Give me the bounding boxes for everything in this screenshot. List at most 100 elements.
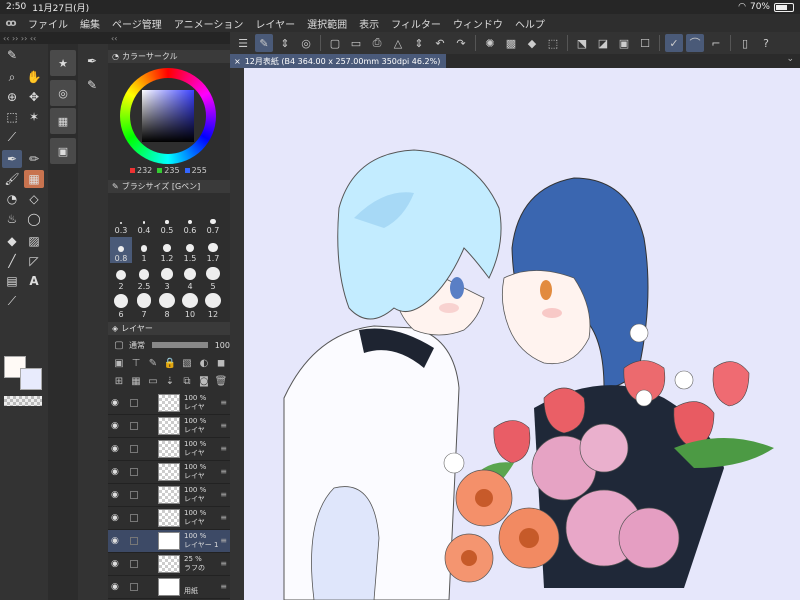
lock-icon[interactable]: 🔒 <box>163 356 177 370</box>
brush-size-cell[interactable]: 0.3 <box>110 209 132 235</box>
layer-row[interactable]: ◉ 25 % ラフの ≡ <box>108 553 230 576</box>
brush-size-cell[interactable]: 10 <box>179 293 201 319</box>
color-mask-icon[interactable]: ◐ <box>197 356 211 370</box>
layer-select-checkbox[interactable] <box>130 445 138 453</box>
pen-settings-icon[interactable]: ✎ <box>82 76 102 94</box>
blend-mode-select[interactable]: 通常 <box>129 340 145 351</box>
text-icon[interactable]: A <box>24 272 44 290</box>
subtool-star-icon[interactable]: ★ <box>50 50 76 76</box>
opacity-value[interactable]: 100 <box>215 341 230 350</box>
layer-select-checkbox[interactable] <box>130 468 138 476</box>
menu-file[interactable]: ファイル <box>22 16 74 31</box>
layer-color-icon[interactable]: ◼ <box>214 356 228 370</box>
pen-pressure-icon[interactable]: ⌒ <box>686 34 704 52</box>
layer-select-checkbox[interactable] <box>130 514 138 522</box>
clip-icon[interactable]: ▣ <box>112 356 126 370</box>
menu-help[interactable]: ヘルプ <box>509 16 551 31</box>
show-selection-icon[interactable]: ▣ <box>615 34 633 52</box>
layer-menu-icon[interactable]: ≡ <box>220 536 227 545</box>
correction-line-icon[interactable]: ⟋ <box>2 292 22 310</box>
color-circle-tab[interactable]: ◔ カラーサークル <box>108 50 230 63</box>
visibility-eye-icon[interactable]: ◉ <box>111 536 119 546</box>
airbrush-icon[interactable]: ◔ <box>2 190 22 208</box>
reference-icon[interactable]: ⊤ <box>129 356 143 370</box>
layer-select-checkbox[interactable] <box>130 537 138 545</box>
brush-size-cell[interactable]: 6 <box>110 293 132 319</box>
layer-row[interactable]: ◉ 100 % レイヤ ≡ <box>108 461 230 484</box>
zoom-icon[interactable]: ⌕ <box>2 68 22 86</box>
layer-select-checkbox[interactable] <box>130 422 138 430</box>
pen-dropdown-icon[interactable]: ✎ <box>2 46 22 64</box>
decoration-icon[interactable]: ▦ <box>24 170 44 188</box>
companion-icon[interactable]: ◎ <box>297 34 315 52</box>
device-icon[interactable]: ▯ <box>736 34 754 52</box>
brush-size-cell[interactable]: 0.5 <box>156 209 178 235</box>
document-tab[interactable]: × 12月表紙 (B4 364.00 x 257.00mm 350dpi 46.… <box>230 54 447 68</box>
close-tab-icon[interactable]: × <box>234 57 241 66</box>
layer-select-checkbox[interactable] <box>130 583 138 591</box>
invert-selection-icon[interactable]: ◪ <box>594 34 612 52</box>
delete-layer-icon[interactable]: 🗑 <box>214 374 228 388</box>
brush-size-cell[interactable]: 2 <box>110 265 132 291</box>
ruler-icon[interactable]: ◸ <box>24 252 44 270</box>
opacity-slider[interactable] <box>152 342 208 348</box>
visibility-eye-icon[interactable]: ◉ <box>111 467 119 477</box>
menu-filter[interactable]: フィルター <box>385 16 447 31</box>
help-icon[interactable]: ? <box>757 34 775 52</box>
vector-pen-icon[interactable]: ✒ <box>82 52 102 70</box>
clip-studio-logo-icon[interactable]: ꝏ <box>0 18 22 29</box>
updown-icon[interactable]: ⇕ <box>276 34 294 52</box>
magic-wand-icon[interactable]: ✶ <box>24 108 44 126</box>
brush-size-cell[interactable]: 0.4 <box>133 209 155 235</box>
clear-icon[interactable]: ▩ <box>502 34 520 52</box>
saturation-value-square[interactable] <box>142 90 194 142</box>
visibility-eye-icon[interactable]: ◉ <box>111 490 119 500</box>
move-icon[interactable]: ✥ <box>24 88 44 106</box>
layer-select-checkbox[interactable] <box>130 399 138 407</box>
fill-bucket-icon[interactable]: ◆ <box>2 232 22 250</box>
subtool-frame-icon[interactable]: ▣ <box>50 138 76 164</box>
visibility-eye-icon[interactable]: ◉ <box>111 513 119 523</box>
merge-icon[interactable]: ⧉ <box>180 374 194 388</box>
mask-icon[interactable]: ◙ <box>197 374 211 388</box>
pencil-icon[interactable]: ✏ <box>24 150 44 168</box>
loading-icon[interactable]: ✺ <box>481 34 499 52</box>
menu-selection[interactable]: 選択範囲 <box>301 16 353 31</box>
transform-icon[interactable]: ⬚ <box>544 34 562 52</box>
pen-icon[interactable]: ✒ <box>2 150 22 168</box>
menu-edit[interactable]: 編集 <box>74 16 106 31</box>
visibility-eye-icon[interactable]: ◉ <box>111 398 119 408</box>
new-vector-layer-icon[interactable]: ▦ <box>129 374 143 388</box>
menu-hamburger-icon[interactable]: ☰ <box>234 34 252 52</box>
triangle-icon[interactable]: △ <box>389 34 407 52</box>
figure-icon[interactable]: ╱ <box>2 252 22 270</box>
menu-layer[interactable]: レイヤー <box>249 16 301 31</box>
layer-select-checkbox[interactable] <box>130 560 138 568</box>
brush-size-cell[interactable]: 0.7 <box>202 209 224 235</box>
lasso-fill-icon[interactable]: ◯ <box>24 210 44 228</box>
quick-pen-icon[interactable]: ✎ <box>255 34 273 52</box>
new-raster-layer-icon[interactable]: ⊞ <box>112 374 126 388</box>
brush-size-cell[interactable]: 1.5 <box>179 237 201 263</box>
subtool-navigator-icon[interactable]: ◎ <box>50 80 76 106</box>
draft-icon[interactable]: ✎ <box>146 356 160 370</box>
visibility-eye-icon[interactable]: ◉ <box>111 421 119 431</box>
brush-size-cell[interactable]: 7 <box>133 293 155 319</box>
layer-select-checkbox[interactable] <box>130 491 138 499</box>
layer-menu-icon[interactable]: ≡ <box>220 582 227 591</box>
layer-menu-icon[interactable]: ≡ <box>220 513 227 522</box>
chevron-down-icon[interactable]: ⌄ <box>786 54 794 64</box>
layer-menu-icon[interactable]: ≡ <box>220 398 227 407</box>
new-file-icon[interactable]: ▢ <box>326 34 344 52</box>
marquee-icon[interactable]: ⬚ <box>2 108 22 126</box>
layer-menu-icon[interactable]: ≡ <box>220 421 227 430</box>
brush-size-cell[interactable]: 2.5 <box>133 265 155 291</box>
brush-size-cell[interactable]: 3 <box>156 265 178 291</box>
menu-page[interactable]: ページ管理 <box>106 16 168 31</box>
visibility-eye-icon[interactable]: ◉ <box>111 559 119 569</box>
layer-row[interactable]: ◉ 100 % レイヤ ≡ <box>108 507 230 530</box>
eraser-icon[interactable]: ◇ <box>24 190 44 208</box>
brush-size-cell[interactable]: 1.7 <box>202 237 224 263</box>
brush-size-cell[interactable]: 8 <box>156 293 178 319</box>
brush-size-cell[interactable]: 1 <box>133 237 155 263</box>
